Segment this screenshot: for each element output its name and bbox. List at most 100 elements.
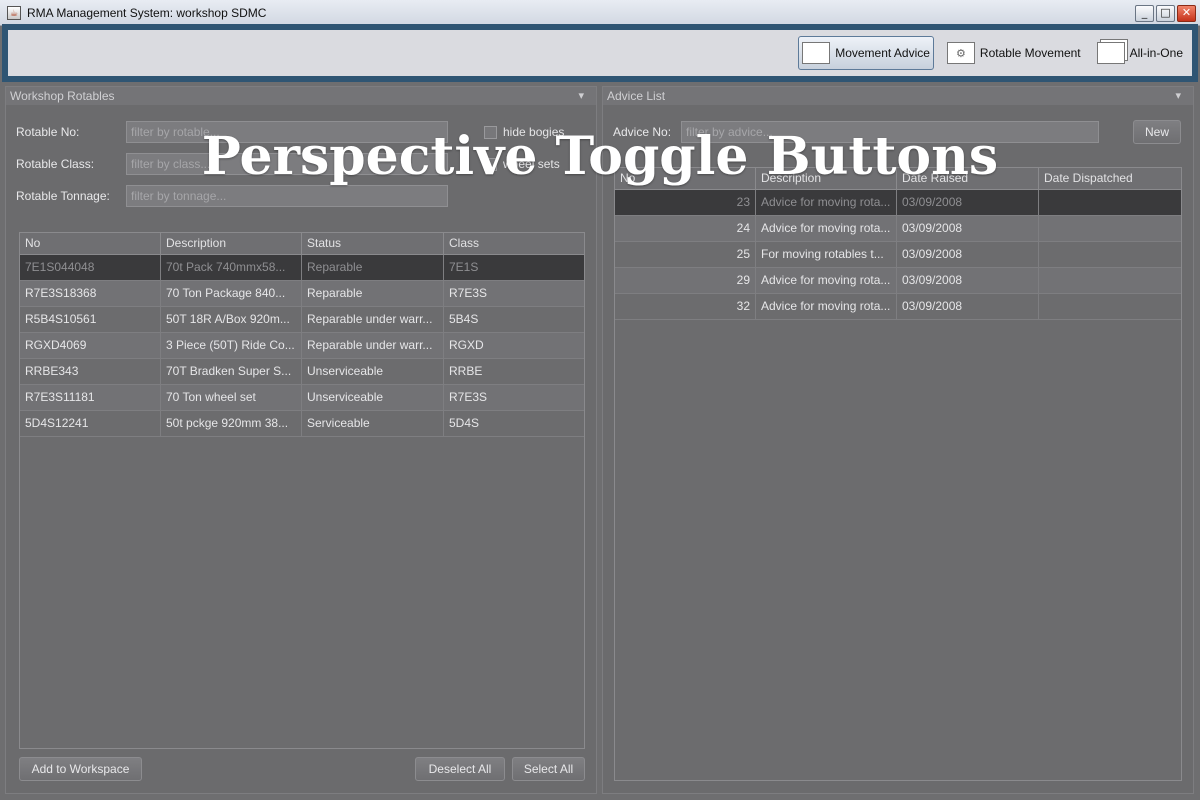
table-cell: 25 <box>615 242 756 267</box>
add-to-workspace-button[interactable]: Add to Workspace <box>19 757 142 781</box>
table-cell <box>1039 190 1181 215</box>
minimize-button[interactable]: _ <box>1135 5 1154 22</box>
table-cell: Unserviceable <box>302 385 444 410</box>
table-row[interactable]: R7E3S18368 70 Ton Package 840... Reparable… <box>20 281 584 307</box>
table-row[interactable]: RRBE343 70T Bradken Super S... Unserviceab… <box>20 359 584 385</box>
table-cell: RRBE <box>449 364 483 378</box>
close-button[interactable]: ✕ <box>1177 5 1196 22</box>
table-cell: 03/09/2008 <box>897 216 1039 241</box>
pin-icon[interactable]: ▾ <box>1175 87 1181 105</box>
table-cell: 7E1S044048 <box>20 255 161 280</box>
movement-advice-perspective-button[interactable]: Movement Advice <box>798 36 934 70</box>
gear-icon: ⚙ <box>946 42 975 64</box>
table-cell: 03/09/2008 <box>897 268 1039 293</box>
table-cell: RRBE343 <box>20 359 161 384</box>
table-body: 23 Advice for moving rota... 03/09/2008 24 A… <box>615 190 1181 320</box>
multi-window-icon <box>1096 42 1125 64</box>
blank-window-icon <box>802 42 831 64</box>
rotable-tonnage-filter-input[interactable]: filter by tonnage... <box>126 185 448 207</box>
table-cell: R7E3S18368 <box>20 281 161 306</box>
table-row[interactable]: R5B4S10561 50T 18R A/Box 920m... Reparable… <box>20 307 584 333</box>
table-cell: 70 Ton Package 840... <box>161 281 302 306</box>
table-cell: For moving rotables t... <box>756 242 897 267</box>
advice-table: No Description Date Raised Date Dispatch… <box>614 167 1182 781</box>
perspective-toolbar: Movement Advice ⚙ Rotable Movement All-i… <box>2 24 1198 82</box>
table-cell: 3 Piece (50T) Ride Co... <box>161 333 302 358</box>
table-cell: 70 Ton wheel set <box>161 385 302 410</box>
table-cell: RGXD4069 <box>20 333 161 358</box>
table-cell: RGXD <box>449 338 484 352</box>
table-row[interactable]: 32 Advice for moving rota... 03/09/2008 <box>615 294 1181 320</box>
table-row[interactable]: 25 For moving rotables t... 03/09/2008 <box>615 242 1181 268</box>
table-cell: 50t pckge 920mm 38... <box>161 411 302 436</box>
column-header-description[interactable]: Description <box>161 233 302 254</box>
annotation-overlay-title: Perspective Toggle Buttons <box>201 126 999 187</box>
rotable-tonnage-label: Rotable Tonnage: <box>16 189 110 203</box>
table-cell: Reparable <box>302 255 444 280</box>
workshop-rotables-panel: Workshop Rotables ▾ Rotable No: filter b… <box>5 86 597 794</box>
table-cell: 50T 18R A/Box 920m... <box>161 307 302 332</box>
table-row[interactable]: 7E1S044048 70t Pack 740mmx58... Reparable 7… <box>20 255 584 281</box>
table-cell: 03/09/2008 <box>897 242 1039 267</box>
column-header-no[interactable]: No <box>20 233 161 254</box>
panel-header: Advice List ▾ <box>603 87 1193 105</box>
table-cell: 32 <box>615 294 756 319</box>
table-cell: 5D4S12241 <box>20 411 161 436</box>
panel-header: Workshop Rotables ▾ <box>6 87 596 105</box>
table-cell: 70T Bradken Super S... <box>161 359 302 384</box>
window-title: RMA Management System: workshop SDMC <box>27 5 267 20</box>
table-cell: R5B4S10561 <box>20 307 161 332</box>
table-row[interactable]: RGXD4069 3 Piece (50T) Ride Co... Reparabl… <box>20 333 584 359</box>
table-cell: R7E3S11181 <box>20 385 161 410</box>
table-cell: Advice for moving rota... <box>756 294 897 319</box>
table-row[interactable]: 23 Advice for moving rota... 03/09/2008 <box>615 190 1181 216</box>
table-cell: 7E1S <box>449 260 479 274</box>
table-cell: R7E3S <box>449 286 488 300</box>
table-header: No Description Status Class <box>20 233 584 255</box>
perspective-label: All-in-One <box>1129 46 1183 60</box>
table-cell: Serviceable <box>302 411 444 436</box>
select-all-button[interactable]: Select All <box>512 757 585 781</box>
all-in-one-perspective-button[interactable]: All-in-One <box>1094 36 1186 70</box>
perspective-label: Movement Advice <box>835 46 930 60</box>
perspective-toolbar-inner: Movement Advice ⚙ Rotable Movement All-i… <box>8 30 1192 76</box>
table-cell: 5B4S <box>449 312 479 326</box>
window-title-bar: ☕ RMA Management System: workshop SDMC _… <box>0 0 1200 26</box>
table-cell: 03/09/2008 <box>897 190 1039 215</box>
table-body: 7E1S044048 70t Pack 740mmx58... Reparable 7… <box>20 255 584 437</box>
table-cell: Advice for moving rota... <box>756 268 897 293</box>
table-cell: 5D4S <box>449 416 480 430</box>
table-cell <box>1039 268 1181 293</box>
table-cell: Reparable <box>302 281 444 306</box>
table-cell: R7E3S <box>449 390 488 404</box>
advice-list-panel: Advice List ▾ Advice No: filter by advic… <box>602 86 1194 794</box>
java-app-icon: ☕ <box>7 5 21 20</box>
column-header-class[interactable]: Class <box>444 233 584 254</box>
table-row[interactable]: 5D4S12241 50t pckge 920mm 38... Serviceabl… <box>20 411 584 437</box>
pin-icon[interactable]: ▾ <box>578 87 584 105</box>
window-controls: _ □ ✕ <box>1135 5 1196 22</box>
table-cell: 70t Pack 740mmx58... <box>161 255 302 280</box>
deselect-all-button[interactable]: Deselect All <box>415 757 505 781</box>
table-cell: 29 <box>615 268 756 293</box>
rotable-movement-perspective-button[interactable]: ⚙ Rotable Movement <box>944 36 1084 70</box>
table-cell <box>1039 216 1181 241</box>
table-cell: Unserviceable <box>302 359 444 384</box>
column-header-status[interactable]: Status <box>302 233 444 254</box>
table-cell: Reparable under warr... <box>302 333 444 358</box>
panel-title: Advice List <box>607 89 666 103</box>
rotable-tonnage-row: Rotable Tonnage: filter by tonnage... <box>16 185 448 207</box>
table-cell <box>1039 242 1181 267</box>
panel-title: Workshop Rotables <box>10 89 115 103</box>
table-cell: 23 <box>615 190 756 215</box>
perspective-label: Rotable Movement <box>979 46 1081 60</box>
table-cell: 03/09/2008 <box>897 294 1039 319</box>
maximize-button[interactable]: □ <box>1156 5 1175 22</box>
table-cell: 24 <box>615 216 756 241</box>
table-cell: Reparable under warr... <box>302 307 444 332</box>
table-row[interactable]: 29 Advice for moving rota... 03/09/2008 <box>615 268 1181 294</box>
table-cell: Advice for moving rota... <box>756 216 897 241</box>
table-row[interactable]: 24 Advice for moving rota... 03/09/2008 <box>615 216 1181 242</box>
table-row[interactable]: R7E3S11181 70 Ton wheel set Unserviceable R… <box>20 385 584 411</box>
rotables-table: No Description Status Class 7E1S044048 70… <box>19 232 585 749</box>
